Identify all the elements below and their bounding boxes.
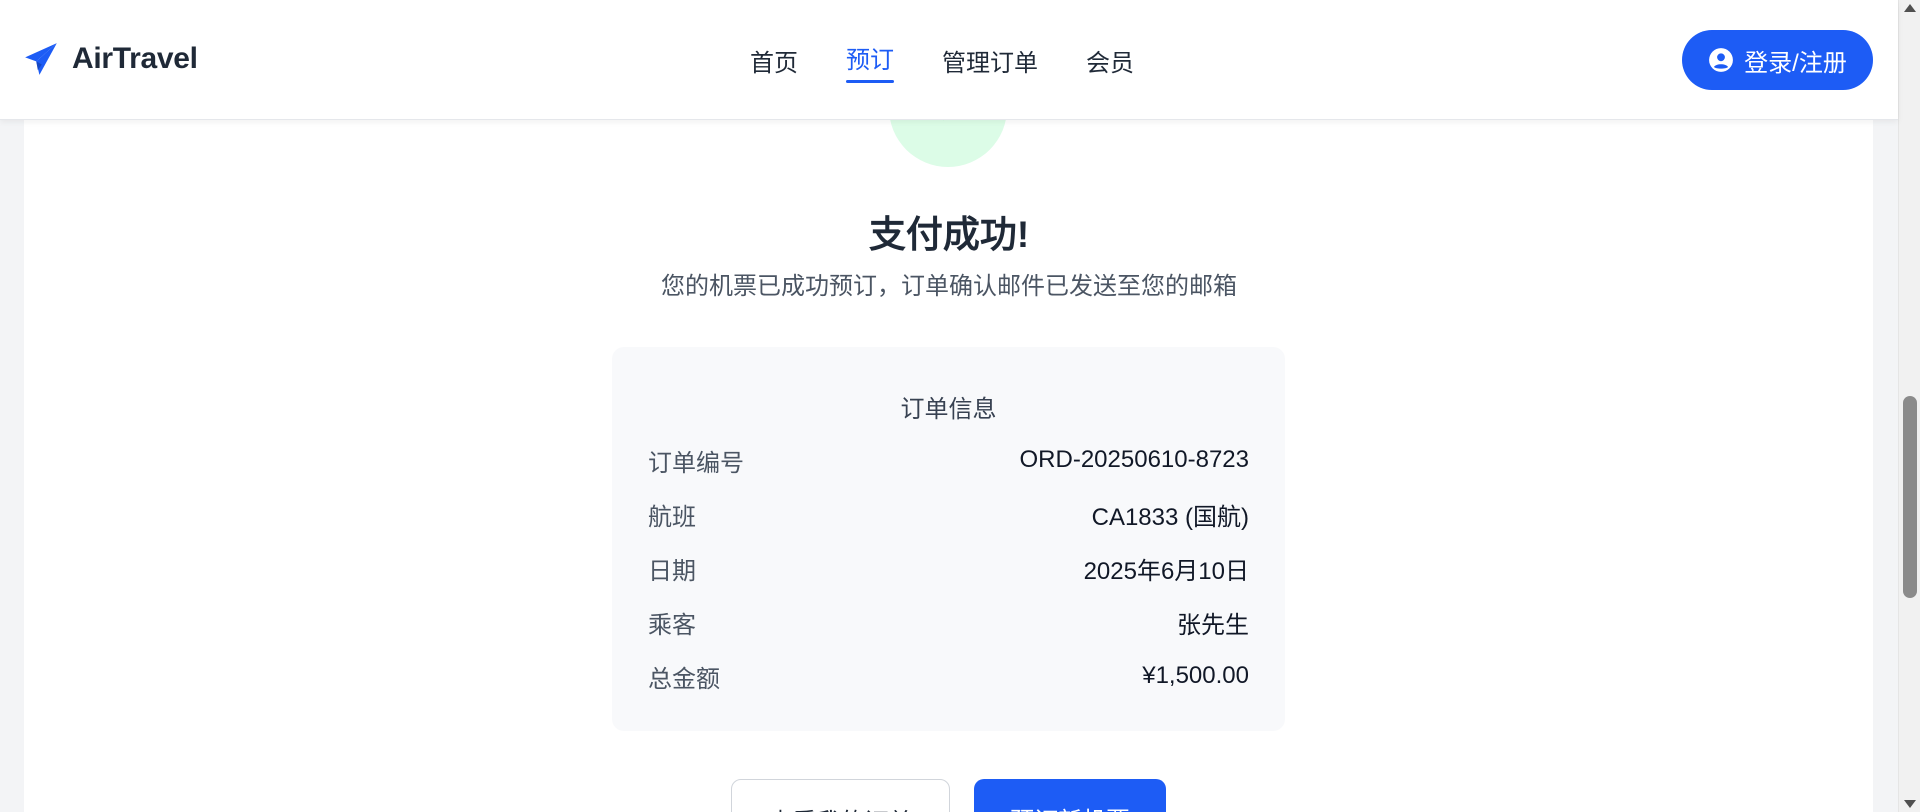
vertical-scrollbar[interactable] — [1898, 0, 1920, 812]
nav-label: 管理订单 — [942, 49, 1038, 77]
order-value: 2025年6月10日 — [1083, 557, 1249, 585]
book-new-ticket-label: 预订新机票 — [1010, 801, 1130, 812]
nav-item-membership[interactable]: 会员 — [1086, 0, 1134, 120]
order-summary-title: 订单信息 — [900, 396, 997, 423]
top-navbar: AirTravel 首页 预订 管理订单 会员 登录/注册 — [0, 0, 1898, 120]
nav-item-home[interactable]: 首页 — [750, 0, 798, 120]
order-value: CA1833 (国航) — [1091, 503, 1249, 531]
order-summary-card: 订单信息 订单编号 ORD-20250610-8723 航班 CA1833 (国… — [612, 347, 1285, 731]
order-value: ORD-20250610-8723 — [1019, 446, 1250, 473]
brand-name: AirTravel — [72, 42, 198, 75]
order-label: 订单编号 — [648, 449, 744, 477]
login-register-button[interactable]: 登录/注册 — [1682, 30, 1873, 90]
page: AirTravel 首页 预订 管理订单 会员 登录/注册 支付成功! 您的机票… — [0, 0, 1920, 812]
page-title: 支付成功! — [868, 214, 1030, 255]
order-label: 航班 — [648, 503, 696, 531]
nav-item-manage-orders[interactable]: 管理订单 — [942, 0, 1038, 120]
order-label: 乘客 — [648, 611, 696, 639]
scrollbar-thumb[interactable] — [1903, 396, 1917, 598]
order-label: 日期 — [648, 557, 696, 585]
user-circle-icon — [1709, 48, 1734, 72]
nav-label: 首页 — [750, 49, 798, 77]
book-new-ticket-button[interactable]: 预订新机票 — [974, 779, 1166, 812]
order-label: 总金额 — [648, 665, 720, 693]
nav-label: 预订 — [846, 46, 894, 74]
order-row-date: 日期 2025年6月10日 — [648, 551, 1249, 585]
order-row-passenger: 乘客 张先生 — [648, 605, 1249, 639]
order-row-number: 订单编号 ORD-20250610-8723 — [648, 443, 1249, 477]
paper-plane-icon — [25, 43, 57, 75]
order-row-total: 总金额 ¥1,500.00 — [648, 659, 1249, 693]
view-my-orders-button[interactable]: 查看我的订单 — [731, 779, 950, 812]
order-value: 张先生 — [1177, 611, 1249, 639]
page-subtitle: 您的机票已成功预订，订单确认邮件已发送至您的邮箱 — [661, 273, 1237, 300]
order-row-flight: 航班 CA1833 (国航) — [648, 497, 1249, 531]
login-register-label: 登录/注册 — [1744, 49, 1847, 77]
scroll-up-arrow-icon[interactable] — [1904, 4, 1916, 12]
order-value: ¥1,500.00 — [1142, 662, 1249, 689]
brand-logo[interactable]: AirTravel — [22, 40, 198, 78]
nav-label: 会员 — [1086, 49, 1134, 77]
view-my-orders-label: 查看我的订单 — [769, 802, 913, 812]
nav-item-booking[interactable]: 预订 — [846, 0, 894, 120]
main-nav: 首页 预订 管理订单 会员 — [750, 0, 1134, 120]
scroll-down-arrow-icon[interactable] — [1904, 800, 1916, 808]
